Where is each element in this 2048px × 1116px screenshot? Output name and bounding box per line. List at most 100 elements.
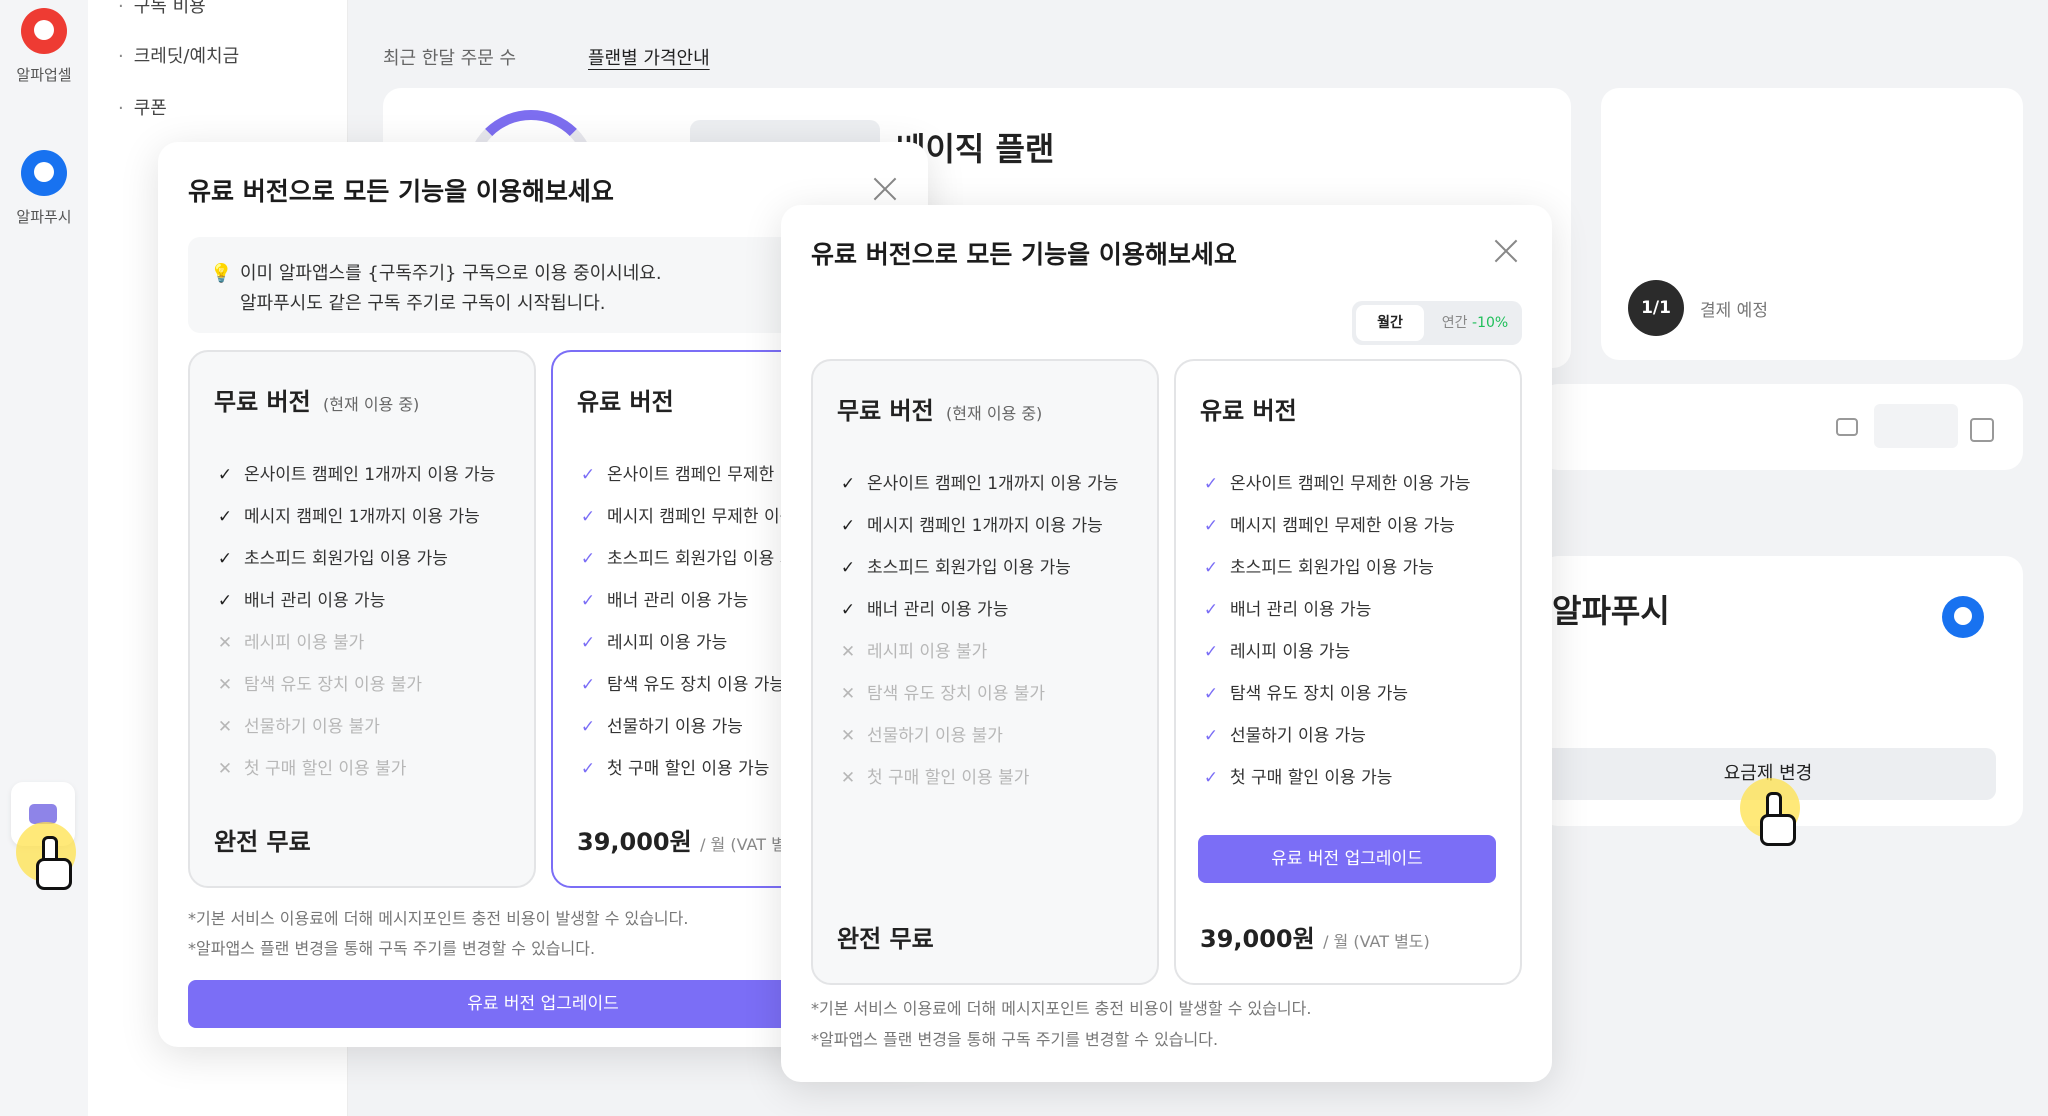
plan-name: 무료 버전 (현재 이용 중) [837, 397, 1043, 425]
check-icon: ✓ [840, 474, 856, 494]
x-icon: ✕ [217, 633, 233, 653]
feature-item: ✓ 배너 관리 이용 가능 [214, 586, 385, 611]
feature-item: ✕ 탐색 유도 장치 이용 불가 [214, 670, 422, 695]
menu-item-coupon[interactable]: 쿠폰 [118, 94, 167, 120]
feature-item: ✕ 첫 구매 할인 이용 불가 [214, 754, 407, 779]
check-icon: ✓ [1203, 684, 1219, 704]
check-icon: ✓ [217, 465, 233, 485]
x-icon: ✕ [217, 759, 233, 779]
x-icon: ✕ [840, 642, 856, 662]
check-icon: ✓ [580, 507, 596, 527]
check-icon: ✓ [217, 591, 233, 611]
pointer-hand-icon [1758, 792, 1796, 846]
close-icon[interactable] [872, 176, 898, 202]
x-icon: ✕ [217, 717, 233, 737]
check-icon: ✓ [580, 759, 596, 779]
feature-item: ✓ 초스피드 회원가입 이용 가능 [577, 544, 811, 569]
check-icon: ✓ [1203, 726, 1219, 746]
rail-app-alpha-upsell[interactable]: 알파업셀 [0, 8, 88, 85]
feature-item: ✓ 초스피드 회원가입 이용 가능 [1200, 553, 1434, 578]
check-icon: ✓ [580, 591, 596, 611]
feature-item: ✓ 온사이트 캠페인 1개까지 이용 가능 [837, 469, 1119, 494]
feature-item: ✕ 탐색 유도 장치 이용 불가 [837, 679, 1045, 704]
feature-item: ✓ 초스피드 회원가입 이용 가능 [837, 553, 1071, 578]
check-icon: ✓ [840, 558, 856, 578]
feature-item: ✓ 첫 구매 할인 이용 가능 [577, 754, 770, 779]
feature-item: ✓ 메시지 캠페인 무제한 이용 가능 [1200, 511, 1455, 536]
tab-plan-pricing[interactable]: 플랜별 가격안내 [588, 44, 710, 70]
free-plan-card[interactable]: 무료 버전 (현재 이용 중) ✓ 온사이트 캠페인 1개까지 이용 가능 ✓ 메시… [811, 359, 1159, 985]
tab-recent-orders[interactable]: 최근 한달 주문 수 [383, 44, 516, 70]
rail-app-label: 알파업셀 [16, 66, 72, 84]
close-icon[interactable] [1493, 238, 1519, 264]
footnote-2: *알파앱스 플랜 변경을 통해 구독 주기를 변경할 수 있습니다. [188, 939, 596, 958]
check-icon: ✓ [1203, 600, 1219, 620]
check-icon: ✓ [1203, 516, 1219, 536]
billing-count-badge: 1/1 [1628, 280, 1684, 336]
feature-item: ✓ 선물하기 이용 가능 [577, 712, 743, 737]
notice-line-2: 알파푸시도 같은 구독 주기로 구독이 시작됩니다. [240, 293, 606, 314]
payment-input[interactable] [1874, 404, 1958, 448]
feature-item: ✓ 배너 관리 이용 가능 [1200, 595, 1371, 620]
notice-line-1: 이미 알파앱스를 {구독주기} 구독으로 이용 중이시네요. [240, 263, 662, 284]
check-icon: ✓ [580, 465, 596, 485]
feature-item: ✓ 레시피 이용 가능 [577, 628, 727, 653]
upgrade-modal-front: 유료 버전으로 모든 기능을 이용해보세요 월간 연간 -10% 무료 버전 (… [781, 205, 1552, 1082]
alpha-push-logo-icon [21, 150, 67, 196]
toggle-monthly[interactable]: 월간 [1356, 305, 1424, 341]
pointer-hand-icon [34, 836, 72, 890]
plan-name: 유료 버전 [577, 388, 674, 416]
click-indicator [16, 822, 76, 890]
check-icon: ✓ [580, 633, 596, 653]
feature-item: ✓ 선물하기 이용 가능 [1200, 721, 1366, 746]
edit-icon[interactable] [1970, 418, 1994, 442]
footnote-2: *알파앱스 플랜 변경을 통해 구독 주기를 변경할 수 있습니다. [811, 1030, 1219, 1049]
feature-item: ✓ 온사이트 캠페인 무제한 이용 가능 [1200, 469, 1471, 494]
x-icon: ✕ [840, 684, 856, 704]
chat-icon [29, 804, 57, 824]
rail-app-label: 알파푸시 [16, 208, 72, 226]
toggle-yearly[interactable]: 연간 -10% [1432, 305, 1518, 341]
footnote-1: *기본 서비스 이용료에 더해 메시지포인트 충전 비용이 발생할 수 있습니다… [188, 909, 689, 928]
plan-price: 완전 무료 [214, 828, 311, 856]
menu-item-credit[interactable]: 크레딧/예치금 [118, 42, 239, 68]
alpha-push-logo-icon [1942, 596, 1984, 638]
free-plan-card[interactable]: 무료 버전 (현재 이용 중) ✓ 온사이트 캠페인 1개까지 이용 가능 ✓ 메시… [188, 350, 536, 888]
check-icon: ✓ [840, 600, 856, 620]
check-icon: ✓ [1203, 558, 1219, 578]
app-plan-title: 알파푸시 [1552, 592, 1670, 630]
modal-title: 유료 버전으로 모든 기능을 이용해보세요 [188, 177, 614, 206]
upgrade-button[interactable]: 유료 버전 업그레이드 [1198, 835, 1496, 883]
click-indicator [1740, 778, 1800, 846]
plan-name: 유료 버전 [1200, 397, 1297, 425]
feature-item: ✓ 메시지 캠페인 1개까지 이용 가능 [837, 511, 1103, 536]
plan-price: 완전 무료 [837, 925, 934, 953]
check-icon: ✓ [580, 549, 596, 569]
footnote-1: *기본 서비스 이용료에 더해 메시지포인트 충전 비용이 발생할 수 있습니다… [811, 999, 1312, 1018]
app-rail: 알파업셀 알파푸시 [0, 0, 88, 1116]
check-icon: ✓ [580, 675, 596, 695]
feature-item: ✕ 선물하기 이용 불가 [214, 712, 380, 737]
check-icon: ✓ [580, 717, 596, 737]
check-icon: ✓ [1203, 474, 1219, 494]
feature-item: ✕ 선물하기 이용 불가 [837, 721, 1003, 746]
wallet-icon [1836, 418, 1858, 436]
lightbulb-icon: 💡 [210, 263, 233, 284]
rail-app-alpha-push[interactable]: 알파푸시 [0, 150, 88, 227]
billing-status: 결제 예정 [1700, 301, 1768, 321]
feature-item: ✓ 레시피 이용 가능 [1200, 637, 1350, 662]
feature-item: ✓ 초스피드 회원가입 이용 가능 [214, 544, 448, 569]
menu-item-subscription-cost[interactable]: 구독 비용 [118, 0, 206, 18]
x-icon: ✕ [840, 726, 856, 746]
plan-name: 무료 버전 (현재 이용 중) [214, 388, 420, 416]
feature-item: ✓ 배너 관리 이용 가능 [837, 595, 1008, 620]
billing-period-toggle[interactable]: 월간 연간 -10% [1352, 301, 1522, 345]
check-icon: ✓ [1203, 768, 1219, 788]
feature-item: ✓ 첫 구매 할인 이용 가능 [1200, 763, 1393, 788]
plan-price: 39,000원 / 월 (VAT 별도) [1200, 925, 1430, 953]
x-icon: ✕ [840, 768, 856, 788]
check-icon: ✓ [1203, 642, 1219, 662]
check-icon: ✓ [217, 507, 233, 527]
x-icon: ✕ [217, 675, 233, 695]
paid-plan-card[interactable]: 유료 버전 ✓ 온사이트 캠페인 무제한 이용 가능 ✓ 메시지 캠페인 무제한 이… [1174, 359, 1522, 985]
